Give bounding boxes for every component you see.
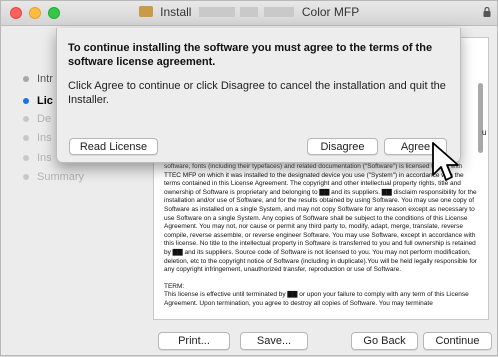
- step-dot: [23, 155, 29, 161]
- license-paragraph: This license is effective until terminat…: [164, 291, 469, 307]
- sheet-heading: To continue installing the software you …: [68, 42, 433, 68]
- step-dot: [23, 116, 29, 122]
- save-button[interactable]: Save...: [240, 332, 308, 350]
- window-title-prefix: Install: [160, 5, 192, 19]
- step-destination: De: [23, 113, 51, 125]
- redacted-text: [240, 7, 259, 17]
- step-dot: [23, 135, 29, 141]
- step-label: Ins: [37, 132, 52, 144]
- window-title-suffix: Color MFP: [301, 5, 360, 19]
- step-dot: [23, 174, 29, 180]
- title-bar[interactable]: Install Color MFP: [1, 1, 497, 26]
- continue-button[interactable]: Continue: [423, 332, 492, 350]
- license-scrollbar[interactable]: [478, 83, 483, 153]
- go-back-button[interactable]: Go Back: [351, 332, 418, 350]
- step-dot: [23, 76, 29, 82]
- step-license: Lic: [23, 95, 53, 107]
- window-title: Install Color MFP: [1, 5, 497, 19]
- step-installation: Ins: [23, 152, 52, 164]
- license-text: software, fonts (including their typefac…: [164, 163, 480, 319]
- step-label: Lic: [37, 95, 53, 107]
- package-icon: [138, 6, 153, 17]
- sheet-body: Click Agree to continue or click Disagre…: [68, 80, 446, 106]
- clipped-text: u: [482, 128, 487, 137]
- license-agreement-sheet: To continue installing the software you …: [56, 28, 461, 163]
- mouse-pointer-icon: [432, 142, 459, 181]
- step-dot: [23, 98, 29, 104]
- step-label: Ins: [37, 152, 52, 164]
- read-license-button[interactable]: Read License: [69, 138, 158, 155]
- step-label: Intr: [37, 73, 53, 85]
- step-summary: Summary: [23, 171, 84, 183]
- step-installation-type: Ins: [23, 132, 52, 144]
- print-button[interactable]: Print...: [158, 332, 230, 350]
- step-label: De: [37, 113, 52, 125]
- redacted-text: [198, 7, 235, 17]
- license-paragraph: TTEC MFP on which it was installed to th…: [164, 171, 478, 274]
- installer-window: Install Color MFP Intr Lic De Ins Ins Su…: [0, 0, 498, 356]
- lock-icon: [483, 7, 491, 17]
- step-introduction: Intr: [23, 73, 53, 85]
- step-label: Summary: [37, 171, 85, 183]
- disagree-button[interactable]: Disagree: [307, 138, 378, 155]
- redacted-text: [263, 7, 294, 17]
